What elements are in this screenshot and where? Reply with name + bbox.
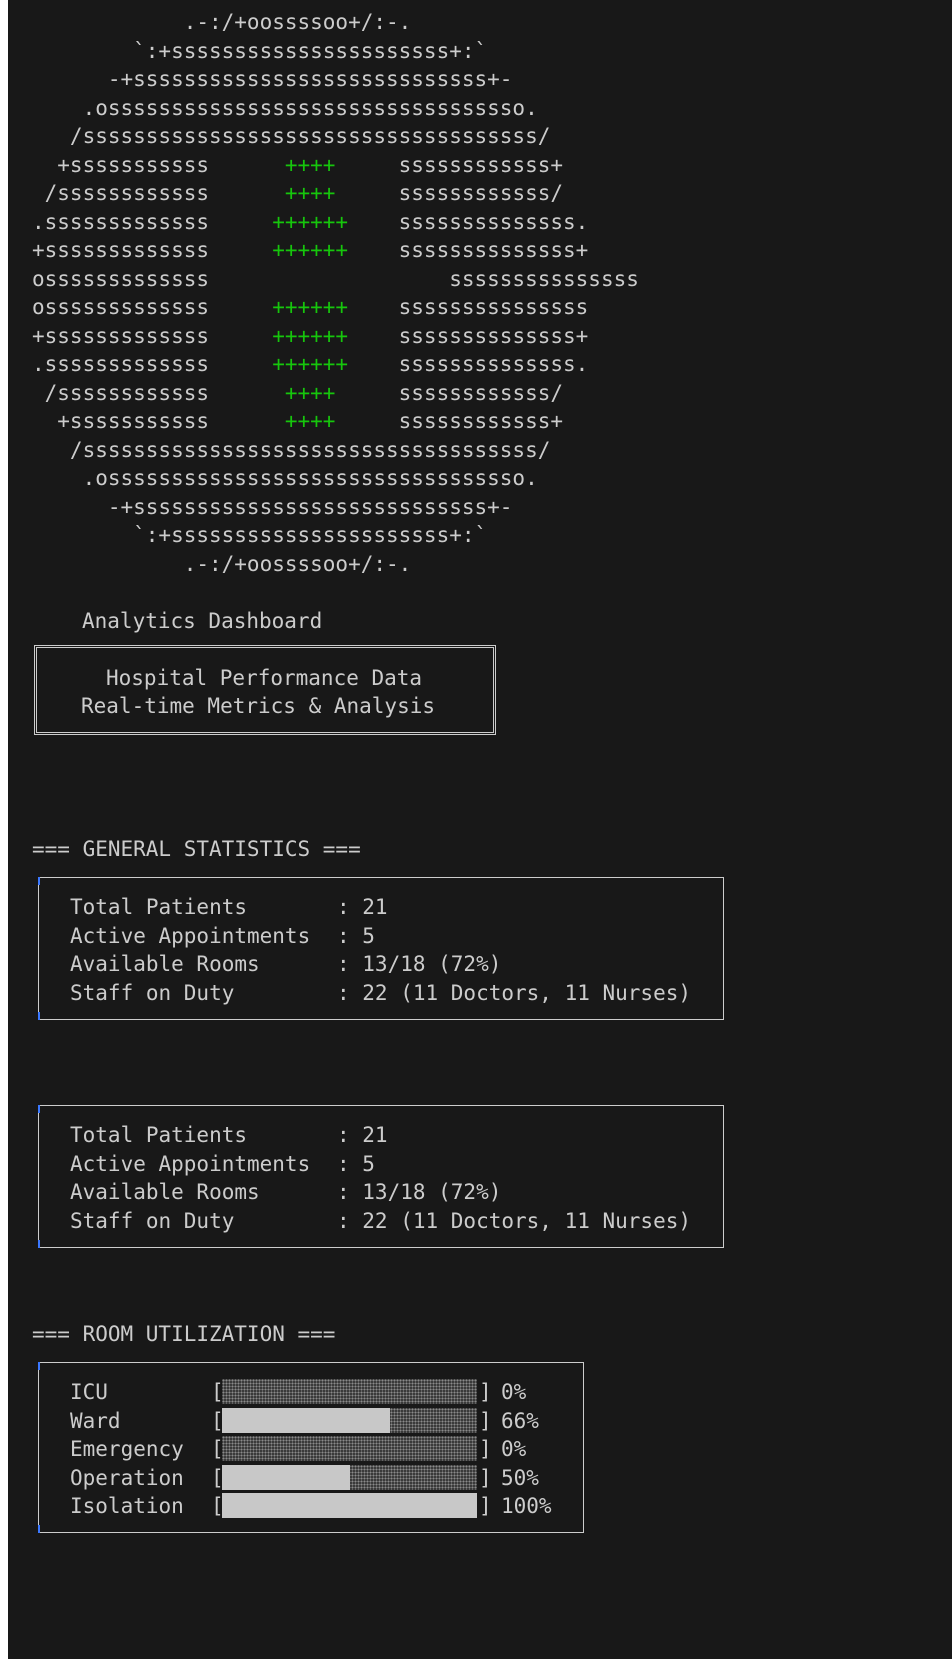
logo-line: .sssssssssssss ++++++ ssssssssssssss. (32, 209, 589, 234)
stat-label-available-rooms: Available Rooms (70, 952, 260, 976)
logo-line: `:+ssssssssssssssssssssss+:` (32, 38, 488, 63)
stat-label-staff-on-duty: Staff on Duty (70, 1208, 235, 1233)
corner-accent (38, 1240, 40, 1248)
title-box-line1: Hospital Performance Data (106, 666, 423, 690)
logo-line: +sssssssssss ++++ ssssssssssss+ (32, 409, 564, 433)
stat-value-staff-on-duty: : 22 (11 Doctors, 11 Nurses) (337, 1208, 692, 1233)
logo-line: -+ssssssssssssssssssssssssssss+- (32, 67, 513, 91)
terminal-window: .-:/+oossssoo+/:-. `:+ssssssssssssssssss… (8, 0, 952, 1659)
stats-box-2: Total Patients : 21 Active Appointments … (38, 1105, 724, 1248)
room-percent-isolation: 100% (501, 1494, 552, 1518)
logo-line: .osssssssssssssssssssssssssssssssso. (32, 466, 538, 490)
progress-fill (222, 1464, 350, 1490)
room-label-isolation: Isolation (70, 1494, 184, 1518)
logo-line: osssssssssssss sssssssssssssss (32, 266, 639, 291)
corner-accent (38, 1362, 40, 1370)
corner-accent (38, 877, 40, 885)
logo-line: /ssssssssssss ++++ ssssssssssss/ (32, 380, 564, 405)
logo-line: /ssssssssssssssssssssssssssssssssssss/ (32, 437, 551, 462)
room-label-icu: ICU (70, 1380, 108, 1404)
progress-bar-operation (222, 1464, 477, 1490)
app-title: Analytics Dashboard (82, 609, 323, 633)
corner-accent (38, 1525, 40, 1533)
stat-value-available-rooms: : 13/18 (72%) (337, 1180, 502, 1204)
logo-line: `:+ssssssssssssssssssssss+:` (32, 523, 488, 547)
room-percent-icu: 0% (501, 1380, 527, 1404)
room-percent-emergency: 0% (501, 1437, 527, 1461)
logo-line: osssssssssssss ++++++ sssssssssssssss (32, 295, 589, 319)
corner-accent (38, 1012, 40, 1020)
room-percent-operation: 50% (501, 1465, 539, 1490)
room-label-ward: Ward (70, 1408, 121, 1433)
stat-label-staff-on-duty: Staff on Duty (70, 980, 235, 1005)
progress-fill (222, 1493, 477, 1518)
logo-line: +sssssssssssss ++++++ ssssssssssssss+ (32, 238, 589, 262)
stat-value-active-appointments: : 5 (337, 923, 375, 948)
stat-value-total-patients: : 21 (337, 1123, 388, 1147)
logo-line: .osssssssssssssssssssssssssssssssso. (32, 95, 538, 120)
logo-line: -+ssssssssssssssssssssssssssss+- (32, 494, 513, 519)
bar-close-bracket: ] (479, 1494, 492, 1518)
progress-bar-ward (222, 1407, 477, 1433)
general-statistics-header: === GENERAL STATISTICS === (32, 837, 361, 861)
progress-bar-emergency (222, 1436, 477, 1461)
logo-line: +sssssssssss ++++ ssssssssssss+ (32, 152, 564, 177)
stat-label-active-appointments: Active Appointments (70, 1151, 311, 1176)
progress-bar-isolation (222, 1493, 477, 1518)
room-utilization-box: ICU [ ] 0% Ward [ ] 66% Emergency [ ] 0%… (38, 1362, 584, 1533)
stat-value-staff-on-duty: : 22 (11 Doctors, 11 Nurses) (337, 980, 692, 1005)
logo-line: /ssssssssssss ++++ ssssssssssss/ (32, 181, 564, 205)
progress-bar-icu (222, 1379, 477, 1404)
logo-line: .-:/+oossssoo+/:-. (32, 551, 412, 576)
progress-fill (222, 1407, 391, 1433)
logo-line: /ssssssssssssssssssssssssssssssssssss/ (32, 124, 551, 148)
title-box-line2: Real-time Metrics & Analysis (81, 694, 436, 718)
bar-close-bracket: ] (479, 1465, 492, 1490)
stat-value-total-patients: : 21 (337, 895, 388, 919)
room-utilization-header: === ROOM UTILIZATION === (32, 1322, 336, 1346)
stat-value-available-rooms: : 13/18 (72%) (337, 952, 502, 976)
title-box: Hospital Performance Data Real-time Metr… (34, 645, 496, 735)
corner-accent (38, 1105, 40, 1113)
room-percent-ward: 66% (501, 1408, 539, 1433)
stat-label-total-patients: Total Patients (70, 1123, 248, 1147)
room-label-operation: Operation (70, 1465, 184, 1490)
bar-close-bracket: ] (479, 1408, 492, 1433)
stats-box-1: Total Patients : 21 Active Appointments … (38, 877, 724, 1020)
logo-line: .-:/+oossssoo+/:-. (32, 10, 412, 34)
bar-close-bracket: ] (479, 1380, 492, 1404)
room-label-emergency: Emergency (70, 1437, 184, 1461)
stat-value-active-appointments: : 5 (337, 1151, 375, 1176)
stat-label-total-patients: Total Patients (70, 895, 248, 919)
stat-label-active-appointments: Active Appointments (70, 923, 311, 948)
logo-line: +sssssssssssss ++++++ ssssssssssssss+ (32, 323, 589, 348)
logo-line: .sssssssssssss ++++++ ssssssssssssss. (32, 352, 589, 376)
bar-close-bracket: ] (479, 1437, 492, 1461)
stat-label-available-rooms: Available Rooms (70, 1180, 260, 1204)
